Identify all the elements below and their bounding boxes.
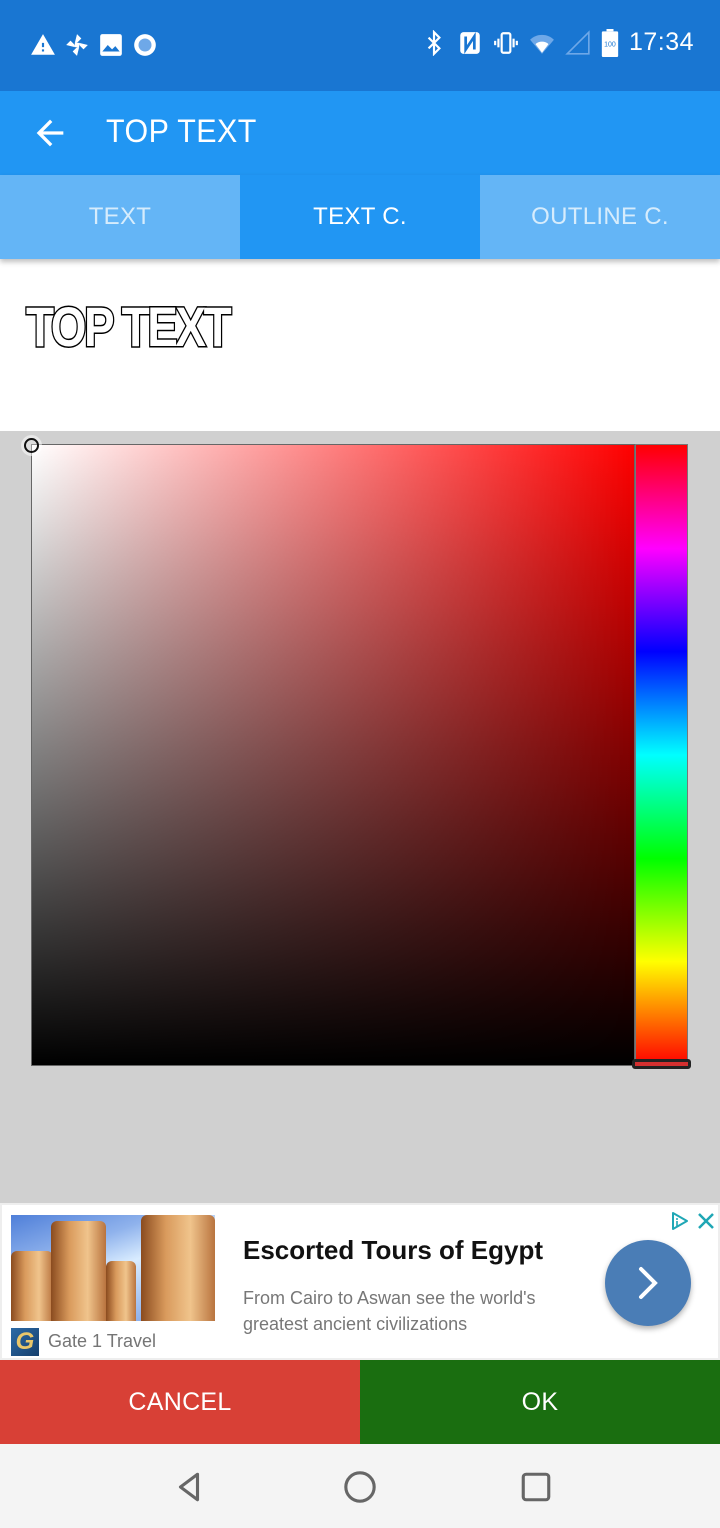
battery-level: 100 (604, 41, 616, 48)
image-icon (100, 34, 122, 56)
nav-home-icon[interactable] (343, 1470, 377, 1504)
battery-icon: 100 (601, 28, 619, 57)
arrow-left-icon (36, 119, 64, 147)
notification-icons (30, 32, 158, 58)
tab-outline-color[interactable]: OUTLINE C. (480, 175, 720, 259)
record-icon (134, 34, 156, 56)
wifi-icon (530, 34, 554, 54)
advertiser-logo: G (11, 1328, 39, 1356)
ad-banner[interactable]: G Gate 1 Travel Escorted Tours of Egypt … (0, 1203, 720, 1360)
tab-text-color[interactable]: TEXT C. (240, 175, 480, 259)
ad-title[interactable]: Escorted Tours of Egypt (243, 1235, 543, 1266)
status-bar: 100 17:34 (0, 0, 720, 91)
text-preview: TOP TEXT (0, 259, 720, 431)
nfc-icon (460, 31, 480, 54)
bluetooth-icon (427, 29, 441, 56)
color-picker (0, 431, 720, 1203)
hue-slider-handle[interactable] (632, 1059, 691, 1069)
warning-icon (31, 34, 55, 55)
hue-slider[interactable] (635, 444, 688, 1066)
tab-bar: TEXT TEXT C. OUTLINE C. (0, 175, 720, 259)
saturation-value-square[interactable] (31, 444, 635, 1066)
back-button[interactable] (30, 113, 70, 153)
ok-button[interactable]: OK (360, 1360, 720, 1444)
ad-close-icon[interactable] (696, 1211, 716, 1231)
ad-open-button[interactable] (605, 1240, 691, 1326)
advertiser-name: Gate 1 Travel (48, 1331, 157, 1351)
dialog-buttons: CANCEL OK (0, 1360, 720, 1444)
app-bar: TOP TEXT (0, 91, 720, 175)
nav-recents-icon[interactable] (519, 1470, 553, 1504)
ad-choices-icon[interactable] (670, 1211, 690, 1231)
sv-cursor-handle[interactable] (24, 438, 39, 453)
preview-text: TOP TEXT (25, 295, 233, 358)
ad-image[interactable] (11, 1215, 215, 1321)
page-title: TOP TEXT (106, 113, 257, 149)
chevron-right-icon (639, 1267, 658, 1299)
system-icons: 100 17:34 (421, 28, 694, 57)
nav-back-icon[interactable] (172, 1470, 206, 1504)
vibrate-icon (494, 31, 518, 54)
pinwheel-icon (66, 34, 88, 56)
tab-text[interactable]: TEXT (0, 175, 240, 259)
ad-description: From Cairo to Aswan see the world's grea… (243, 1288, 536, 1334)
cancel-button[interactable]: CANCEL (0, 1360, 360, 1444)
system-navigation-bar (0, 1444, 720, 1528)
clock: 17:34 (628, 28, 694, 56)
cell-signal-icon (565, 29, 590, 55)
